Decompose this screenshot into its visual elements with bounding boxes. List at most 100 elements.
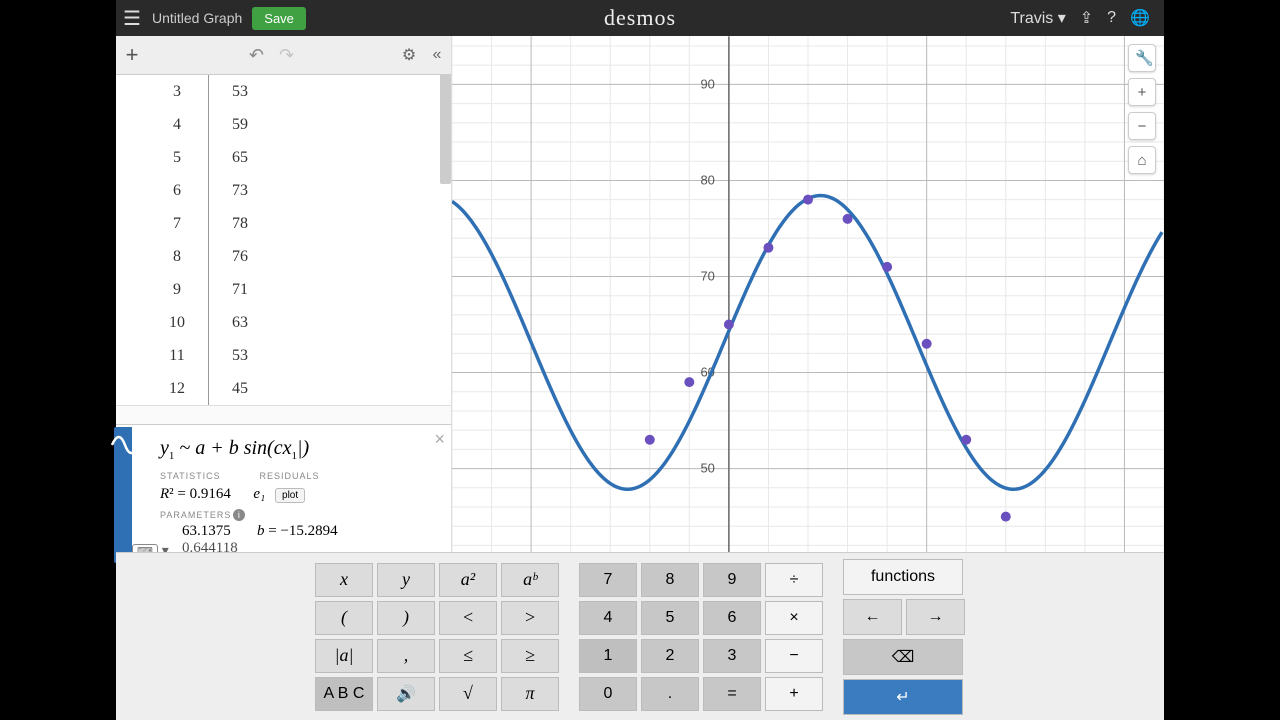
key-[interactable]: ÷ [765,563,823,597]
key-5[interactable]: 5 [641,601,699,635]
key-a[interactable]: aᵇ [501,563,559,597]
redo-icon[interactable]: ↷ [279,45,294,65]
param-b-value: −15.2894 [280,523,337,539]
key-a[interactable]: a² [439,563,497,597]
y-cell[interactable]: 59 [209,108,272,141]
key-8[interactable]: 8 [641,563,699,597]
key-7[interactable]: 7 [579,563,637,597]
key-3[interactable]: 3 [703,639,761,673]
close-icon[interactable]: × [434,429,445,450]
expression-toolbar: + ↶ ↷ ⚙ « [116,36,451,75]
parameters-label: PARAMETERS [160,510,231,520]
key-0[interactable]: 0 [579,677,637,711]
enter-key[interactable]: ↵ [843,679,963,715]
key-[interactable]: < [439,601,497,635]
key-x[interactable]: x [315,563,373,597]
key-1[interactable]: 1 [579,639,637,673]
x-cell[interactable]: 10 [146,306,209,339]
scrollbar[interactable] [440,74,451,184]
wrench-icon[interactable]: 🔧 [1128,44,1156,72]
table-row[interactable]: 1245 [146,372,271,405]
table-row[interactable]: 971 [146,273,271,306]
key-abc[interactable]: A B C [315,677,373,711]
x-cell[interactable]: 3 [146,75,209,108]
zoom-in-button[interactable]: + [1128,78,1156,106]
key-[interactable]: √ [439,677,497,711]
y-cell[interactable]: 53 [209,339,272,372]
arrow-left-key[interactable]: ← [843,599,902,635]
table-row[interactable]: 565 [146,141,271,174]
x-cell[interactable]: 7 [146,207,209,240]
language-icon[interactable]: 🌐 [1130,8,1150,28]
table-row[interactable]: 1153 [146,339,271,372]
user-menu[interactable]: Travis ▾ [1010,8,1065,28]
key-[interactable]: − [765,639,823,673]
home-button[interactable]: ⌂ [1128,146,1156,174]
x-cell[interactable]: 9 [146,273,209,306]
x-cell[interactable]: 5 [146,141,209,174]
y-cell[interactable]: 73 [209,174,272,207]
key-9[interactable]: 9 [703,563,761,597]
y-cell[interactable]: 45 [209,372,272,405]
y-cell[interactable]: 65 [209,141,272,174]
svg-text:70: 70 [700,268,714,283]
key-2[interactable]: 2 [641,639,699,673]
table-row[interactable]: 876 [146,240,271,273]
x-cell[interactable]: 6 [146,174,209,207]
key-[interactable]: π [501,677,559,711]
key-[interactable]: ) [377,601,435,635]
table-row[interactable]: 459 [146,108,271,141]
key-[interactable]: = [703,677,761,711]
y-cell[interactable]: 53 [209,75,272,108]
key-[interactable]: , [377,639,435,673]
functions-button[interactable]: functions [843,559,963,595]
svg-text:80: 80 [700,172,714,187]
key-4[interactable]: 4 [579,601,637,635]
y-cell[interactable]: 71 [209,273,272,306]
key-[interactable]: 🔊 [377,677,435,711]
zoom-out-button[interactable]: − [1128,112,1156,140]
add-expression-button[interactable]: + [116,42,148,68]
key-a[interactable]: |a| [315,639,373,673]
key-y[interactable]: y [377,563,435,597]
collapse-panel-icon[interactable]: « [423,46,451,64]
graph-title[interactable]: Untitled Graph [152,10,242,26]
sine-icon [110,433,140,457]
settings-icon[interactable]: ⚙ [395,45,423,65]
y-cell[interactable]: 76 [209,240,272,273]
x-cell[interactable]: 8 [146,240,209,273]
key-[interactable]: × [765,601,823,635]
hamburger-icon[interactable]: ☰ [116,6,148,31]
save-button[interactable]: Save [252,7,306,30]
plot-residuals-button[interactable]: plot [275,488,305,503]
info-icon[interactable]: i [233,509,245,521]
table-row[interactable]: 353 [146,75,271,108]
table-row[interactable]: 673 [146,174,271,207]
help-icon[interactable]: ? [1107,9,1116,27]
table-row[interactable]: 1063 [146,306,271,339]
backspace-key[interactable]: ⌫ [843,639,963,675]
key-[interactable]: ( [315,601,373,635]
regression-formula[interactable]: y1 ~ a + b sin(cx1|) [116,425,451,466]
y-cell[interactable]: 63 [209,306,272,339]
key-[interactable]: > [501,601,559,635]
key-[interactable]: + [765,677,823,711]
on-screen-keypad: xya²aᵇ ()<> |a|,≤≥ A B C🔊√π 789÷ 456× 123− 0.=… [116,552,1164,720]
regression-expression[interactable]: × y1 ~ a + b sin(cx1|) STATISTICS RESIDU… [116,424,451,565]
share-icon[interactable]: ⇪ [1080,8,1093,28]
r-squared-value: 0.9164 [190,486,231,502]
x-cell[interactable]: 4 [146,108,209,141]
key-[interactable]: ≥ [501,639,559,673]
x-cell[interactable]: 12 [146,372,209,405]
y-cell[interactable]: 78 [209,207,272,240]
undo-icon[interactable]: ↶ [249,45,264,65]
table-row[interactable]: 778 [146,207,271,240]
key-[interactable]: ≤ [439,639,497,673]
data-table[interactable]: 353459565673778876971106311531245 [116,75,451,406]
svg-text:50: 50 [700,461,714,476]
key-[interactable]: . [641,677,699,711]
x-cell[interactable]: 11 [146,339,209,372]
key-6[interactable]: 6 [703,601,761,635]
graph-canvas[interactable]: 5060708090 🔧 + − ⌂ [452,36,1164,565]
arrow-right-key[interactable]: → [906,599,965,635]
